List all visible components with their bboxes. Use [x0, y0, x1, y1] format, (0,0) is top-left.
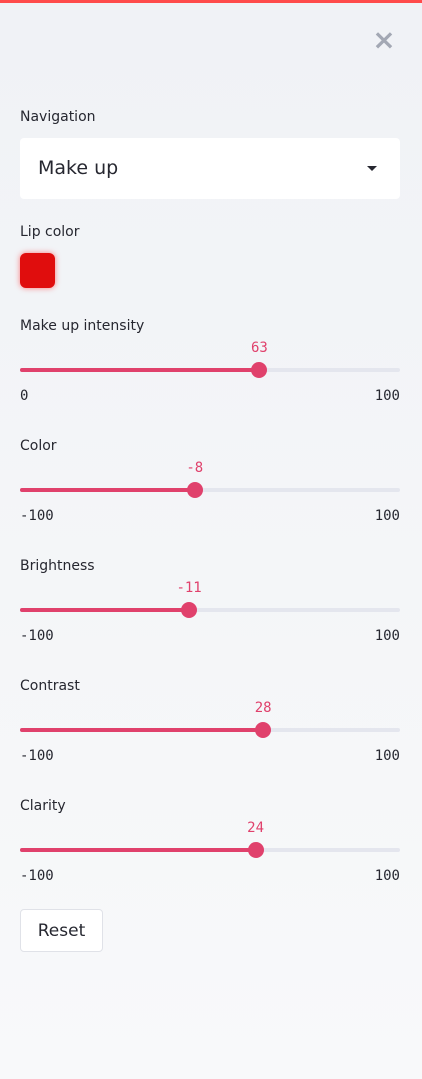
slider-thumb[interactable]: [247, 842, 264, 858]
slider-fill: [20, 728, 264, 732]
slider-value: -8: [186, 460, 204, 476]
slider-min: -100: [20, 508, 54, 524]
chevron-down-icon: [367, 166, 377, 171]
top-accent-bar: [0, 0, 422, 3]
slider-color[interactable]: Color -8 -100 100: [20, 438, 400, 524]
slider-thumb[interactable]: [181, 602, 198, 618]
slider-value: 28: [254, 700, 272, 716]
navigation-select[interactable]: Make up: [20, 138, 400, 199]
slider-min: -100: [20, 748, 54, 764]
slider-value: 63: [250, 340, 268, 356]
lip-color-picker[interactable]: [20, 253, 55, 288]
slider-brightness[interactable]: Brightness -11 -100 100: [20, 558, 400, 644]
slider-fill: [20, 368, 260, 372]
close-icon[interactable]: ×: [372, 26, 396, 54]
slider-max: 100: [374, 868, 400, 884]
slider-contrast[interactable]: Contrast 28 -100 100: [20, 678, 400, 764]
slider-thumb[interactable]: [251, 362, 268, 378]
slider-thumb[interactable]: [186, 482, 203, 498]
slider-max: 100: [374, 508, 400, 524]
slider-fill: [20, 608, 190, 612]
slider-label: Color: [20, 438, 57, 454]
slider-max: 100: [374, 748, 400, 764]
navigation-select-value: Make up: [38, 157, 119, 179]
slider-label: Brightness: [20, 558, 95, 574]
slider-min: 0: [20, 388, 29, 404]
slider-max: 100: [374, 388, 400, 404]
slider-min: -100: [20, 868, 54, 884]
slider-fill: [20, 848, 256, 852]
navigation-label: Navigation: [20, 109, 96, 125]
slider-label: Contrast: [20, 678, 80, 694]
slider-thumb[interactable]: [255, 722, 272, 738]
slider-label: Make up intensity: [20, 318, 145, 334]
reset-button[interactable]: Reset: [20, 909, 103, 952]
slider-max: 100: [374, 628, 400, 644]
slider-min: -100: [20, 628, 54, 644]
slider-label: Clarity: [20, 798, 66, 814]
slider-clarity[interactable]: Clarity 24 -100 100: [20, 798, 400, 884]
slider-make-up-intensity[interactable]: Make up intensity 63 0 100: [20, 318, 400, 404]
slider-fill: [20, 488, 195, 492]
slider-value: 24: [247, 820, 265, 836]
lip-color-label: Lip color: [20, 224, 80, 240]
slider-value: -11: [176, 580, 202, 596]
